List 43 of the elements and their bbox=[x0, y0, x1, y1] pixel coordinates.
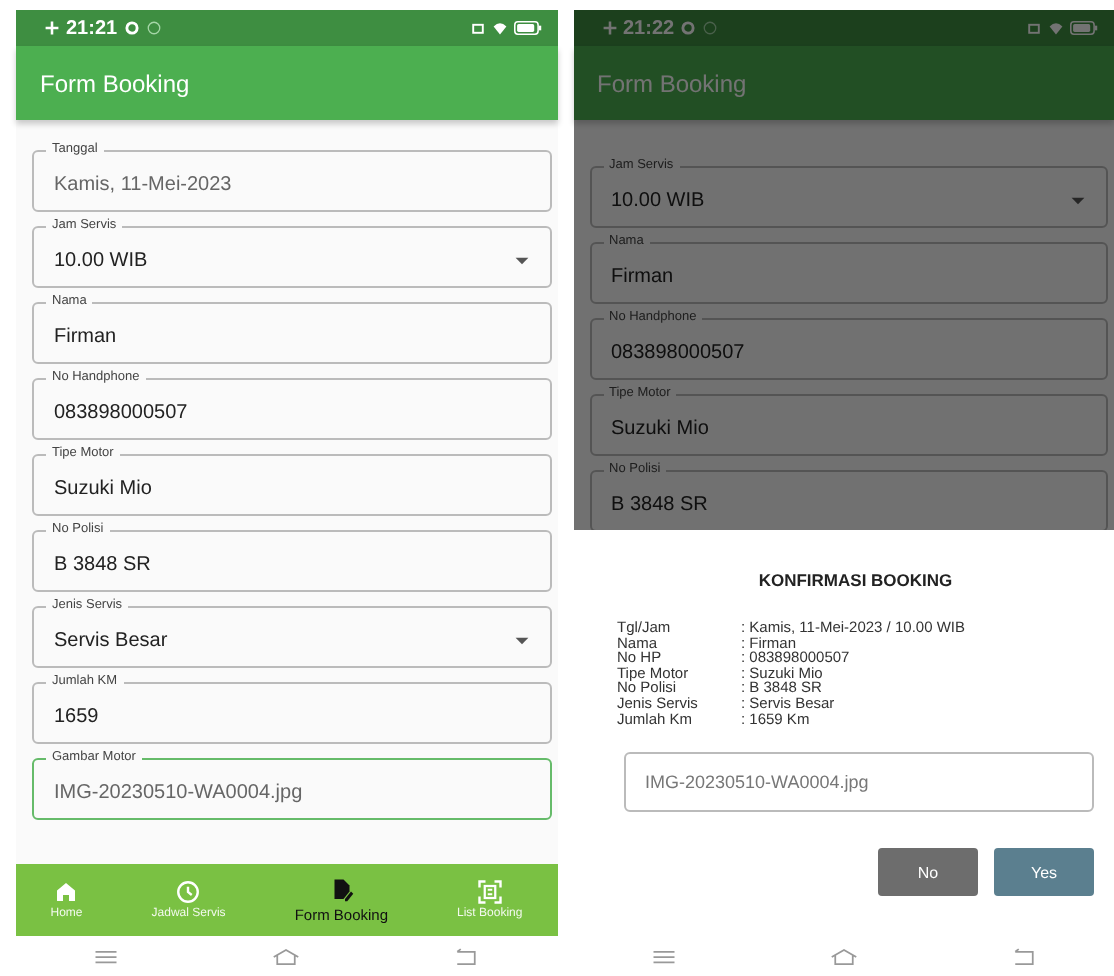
home-icon bbox=[54, 880, 79, 904]
field-value: 10.00 WIB bbox=[611, 190, 707, 212]
field-value: B 3848 SR bbox=[611, 494, 710, 516]
app-title: Form Booking bbox=[40, 69, 190, 97]
dialog-title: KONFIRMASI BOOKING bbox=[756, 570, 955, 590]
clock-icon bbox=[176, 880, 201, 904]
back-icon[interactable] bbox=[452, 947, 481, 965]
plus-icon bbox=[44, 20, 60, 36]
document-pen-icon bbox=[329, 877, 354, 901]
field-value: 1659 bbox=[54, 706, 101, 728]
battery-icon bbox=[1070, 20, 1098, 36]
field-value: 083898000507 bbox=[54, 402, 190, 424]
field-value: Suzuki Mio bbox=[54, 478, 154, 500]
caret-icon bbox=[513, 636, 529, 646]
plus-icon bbox=[601, 20, 617, 36]
back-icon[interactable] bbox=[1009, 947, 1038, 965]
no-button[interactable]: No bbox=[878, 848, 978, 897]
menu-icon[interactable] bbox=[92, 947, 121, 965]
caret-icon bbox=[513, 256, 529, 266]
field-value: 10.00 WIB bbox=[54, 250, 150, 272]
field-value: IMG-20230510-WA0004.jpg bbox=[54, 782, 305, 804]
wifi-icon bbox=[491, 20, 507, 36]
caret-icon bbox=[1070, 196, 1086, 206]
field-value: Servis Besar bbox=[54, 630, 170, 652]
field-value: Kamis, 11-Mei-2023 bbox=[54, 174, 234, 196]
app-title: Form Booking bbox=[597, 69, 747, 97]
home-outline-icon[interactable] bbox=[272, 947, 301, 965]
menu-icon[interactable] bbox=[649, 947, 678, 965]
status-time: 21:22 bbox=[623, 17, 675, 39]
home-outline-icon[interactable] bbox=[829, 947, 858, 965]
field-value: B 3848 SR bbox=[54, 554, 153, 576]
field-value: 083898000507 bbox=[611, 342, 747, 364]
file-field[interactable]: IMG-20230510-WA0004.jpg bbox=[623, 752, 1094, 813]
field-value: Firman bbox=[54, 326, 119, 348]
yes-button[interactable]: Yes bbox=[994, 848, 1094, 897]
field-value: Suzuki Mio bbox=[611, 418, 711, 440]
ring-icon bbox=[123, 20, 140, 36]
status-time: 21:21 bbox=[66, 17, 118, 39]
battery-icon bbox=[513, 20, 541, 36]
field-value: Firman bbox=[611, 266, 676, 288]
ring-icon bbox=[680, 20, 697, 36]
wifi-icon bbox=[1048, 20, 1064, 36]
list-icon bbox=[477, 880, 502, 904]
